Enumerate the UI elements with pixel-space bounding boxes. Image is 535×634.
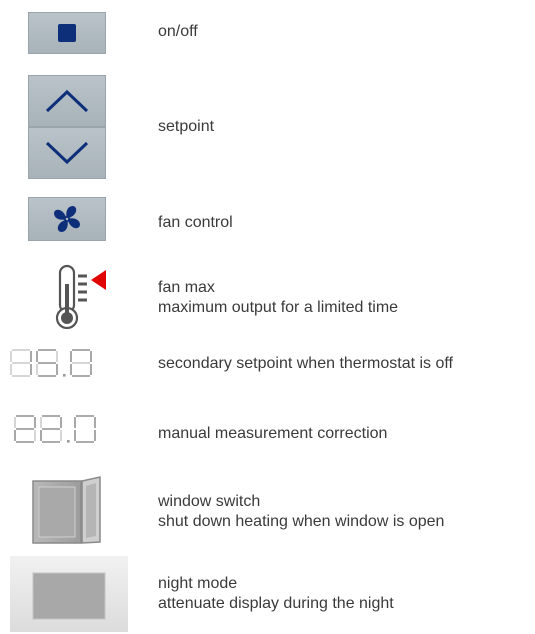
fan-control-label: fan control bbox=[158, 214, 233, 231]
legend-row-on-off: on/off bbox=[0, 0, 535, 64]
window-switch-label: window switch bbox=[158, 493, 261, 510]
seven-segment-display-icon bbox=[8, 348, 118, 378]
legend-row-fan-max: fan max maximum output for a limited tim… bbox=[0, 258, 535, 330]
fan-max-label: fan max bbox=[158, 279, 215, 296]
setpoint-up-button[interactable] bbox=[28, 75, 106, 127]
fan-control-button[interactable] bbox=[28, 197, 106, 241]
night-mode-label: night mode bbox=[158, 575, 238, 592]
legend-row-window-switch: window switch shut down heating when win… bbox=[0, 472, 535, 548]
secondary-setpoint-label: secondary setpoint when thermostat is of… bbox=[158, 355, 453, 372]
setpoint-label: setpoint bbox=[158, 118, 215, 135]
legend-row-fan-control: fan control bbox=[0, 190, 535, 254]
legend-row-secondary-setpoint: secondary setpoint when thermostat is of… bbox=[0, 340, 535, 390]
seven-segment-display-icon bbox=[12, 414, 122, 444]
legend-row-setpoint: setpoint bbox=[0, 70, 535, 182]
stop-square-icon bbox=[58, 24, 76, 42]
manual-correction-label: manual measurement correction bbox=[158, 425, 388, 442]
window-switch-description: shut down heating when window is open bbox=[158, 513, 445, 530]
setpoint-down-button[interactable] bbox=[28, 127, 106, 179]
thermometer-alert-icon bbox=[54, 262, 110, 330]
on-off-button[interactable] bbox=[28, 12, 106, 54]
night-mode-description: attenuate display during the night bbox=[158, 595, 394, 612]
on-off-label: on/off bbox=[158, 23, 198, 40]
night-mode-panel-icon bbox=[10, 556, 128, 632]
chevron-down-icon bbox=[44, 140, 90, 166]
legend-row-night-mode: night mode attenuate display during the … bbox=[0, 554, 535, 634]
legend-row-manual-correction: manual measurement correction bbox=[0, 408, 535, 458]
fan-max-description: maximum output for a limited time bbox=[158, 299, 399, 316]
window-icon bbox=[32, 476, 104, 546]
chevron-up-icon bbox=[44, 88, 90, 114]
fan-icon bbox=[52, 204, 82, 234]
